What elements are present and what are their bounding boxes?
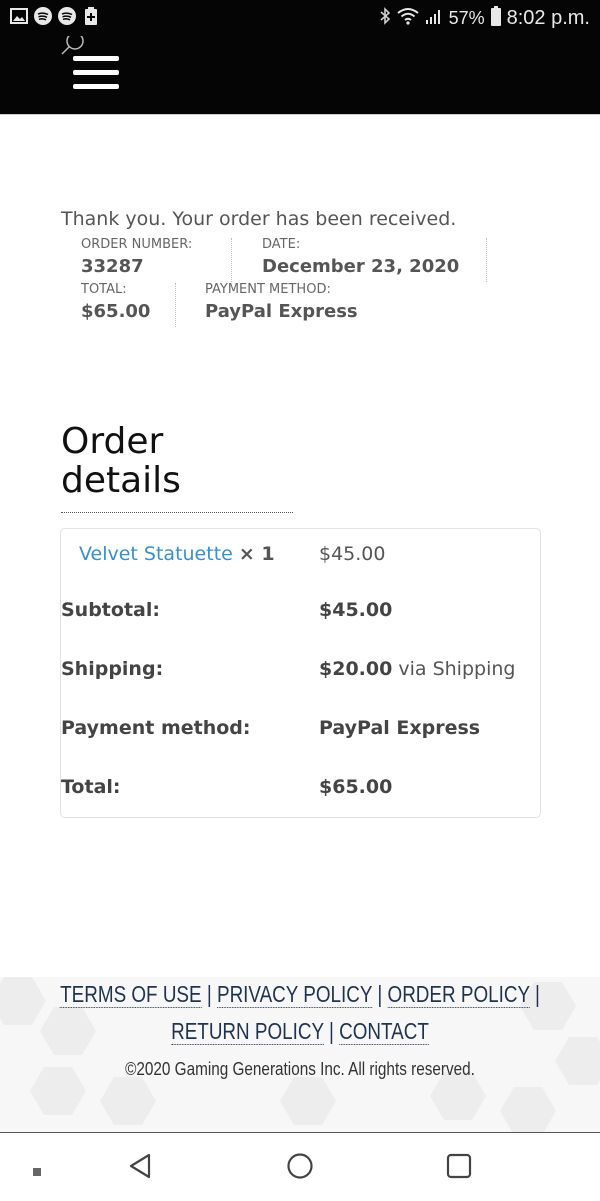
- hex-pattern: [500, 1087, 556, 1132]
- wifi-icon: [396, 7, 419, 30]
- heading-underline: [61, 512, 293, 513]
- battery-icon: [490, 6, 501, 31]
- shipping-method: via Shipping: [398, 658, 516, 680]
- recent-apps-icon[interactable]: [446, 1153, 472, 1183]
- order-details-heading-line2: details: [61, 460, 181, 501]
- product-quantity: × 1: [238, 543, 275, 565]
- link-separator: |: [206, 981, 212, 1007]
- order-details-heading-line1: Order: [61, 421, 164, 462]
- notification-icons: [10, 7, 100, 25]
- order-number-value: 33287: [81, 256, 144, 277]
- divider: [175, 283, 176, 327]
- order-details-table: Velvet Statuette × 1 $45.00 Subtotal: $4…: [60, 528, 541, 818]
- battery-percent: 57%: [448, 8, 485, 28]
- gallery-icon: [10, 7, 28, 25]
- product-cell: Velvet Statuette × 1: [79, 543, 275, 565]
- subtotal-value: $45.00: [319, 599, 393, 621]
- site-header: [0, 32, 600, 115]
- order-number-label: ORDER NUMBER:: [81, 237, 193, 252]
- order-total-value: $65.00: [81, 301, 151, 322]
- spotify-icon: [34, 7, 52, 25]
- privacy-policy-link[interactable]: PRIVACY POLICY: [216, 981, 373, 1008]
- payment-method-row-value: PayPal Express: [319, 717, 481, 739]
- back-icon[interactable]: [127, 1152, 153, 1184]
- nav-dot-icon: [33, 1161, 41, 1180]
- battery-saver-icon: [82, 7, 100, 25]
- system-indicators: 57% 8:02 p.m.: [379, 6, 590, 31]
- status-bar: 57% 8:02 p.m.: [0, 0, 600, 36]
- order-policy-link[interactable]: ORDER POLICY: [387, 981, 530, 1008]
- clock: 8:02 p.m.: [506, 7, 590, 29]
- hex-pattern: [280, 1077, 336, 1125]
- order-details-heading: Order details: [61, 422, 181, 500]
- hex-pattern: [100, 1077, 156, 1125]
- order-date-label: DATE:: [262, 237, 301, 252]
- spotify-icon-2: [58, 7, 76, 25]
- payment-method-block: PAYMENT METHOD: PayPal Express: [205, 282, 358, 322]
- thank-you-message: Thank you. Your order has been received.: [61, 208, 457, 230]
- home-icon[interactable]: [286, 1152, 314, 1184]
- shipping-label: Shipping:: [61, 658, 164, 680]
- hex-pattern: [555, 1037, 600, 1085]
- terms-of-use-link[interactable]: TERMS OF USE: [60, 981, 202, 1008]
- link-separator: |: [328, 1018, 334, 1044]
- total-value: $65.00: [319, 776, 393, 798]
- bluetooth-icon: [379, 7, 391, 30]
- order-number-block: ORDER NUMBER: 33287: [81, 237, 192, 277]
- link-separator: |: [534, 981, 540, 1007]
- android-nav-bar: [0, 1132, 600, 1201]
- product-link[interactable]: Velvet Statuette: [79, 543, 233, 565]
- divider: [486, 238, 487, 282]
- subtotal-label: Subtotal:: [61, 599, 160, 621]
- hamburger-menu-icon[interactable]: [73, 56, 121, 94]
- order-date-value: December 23, 2020: [262, 256, 460, 277]
- link-separator: |: [377, 981, 383, 1007]
- order-date-block: DATE: December 23, 2020: [262, 237, 459, 277]
- footer-links-line1: TERMS OF USE | PRIVACY POLICY | ORDER PO…: [54, 981, 546, 1008]
- payment-method-row-label: Payment method:: [61, 717, 251, 739]
- shipping-amount: $20.00: [319, 658, 393, 680]
- shipping-value: $20.00 via Shipping: [319, 658, 515, 680]
- site-footer: TERMS OF USE | PRIVACY POLICY | ORDER PO…: [0, 977, 600, 1132]
- divider: [231, 238, 232, 282]
- return-policy-link[interactable]: RETURN POLICY: [171, 1018, 324, 1045]
- total-label: Total:: [61, 776, 121, 798]
- hex-pattern: [0, 977, 46, 1025]
- order-total-label: TOTAL:: [81, 282, 127, 297]
- signal-icon: [425, 7, 443, 30]
- footer-links-line2: RETURN POLICY | CONTACT: [54, 1018, 546, 1045]
- order-total-block: TOTAL: $65.00: [81, 282, 150, 322]
- payment-method-value: PayPal Express: [205, 301, 358, 322]
- product-price: $45.00: [319, 543, 386, 565]
- payment-method-label: PAYMENT METHOD:: [205, 282, 331, 297]
- copyright-text: ©2020 Gaming Generations Inc. All rights…: [125, 1059, 475, 1079]
- contact-link[interactable]: CONTACT: [339, 1018, 429, 1045]
